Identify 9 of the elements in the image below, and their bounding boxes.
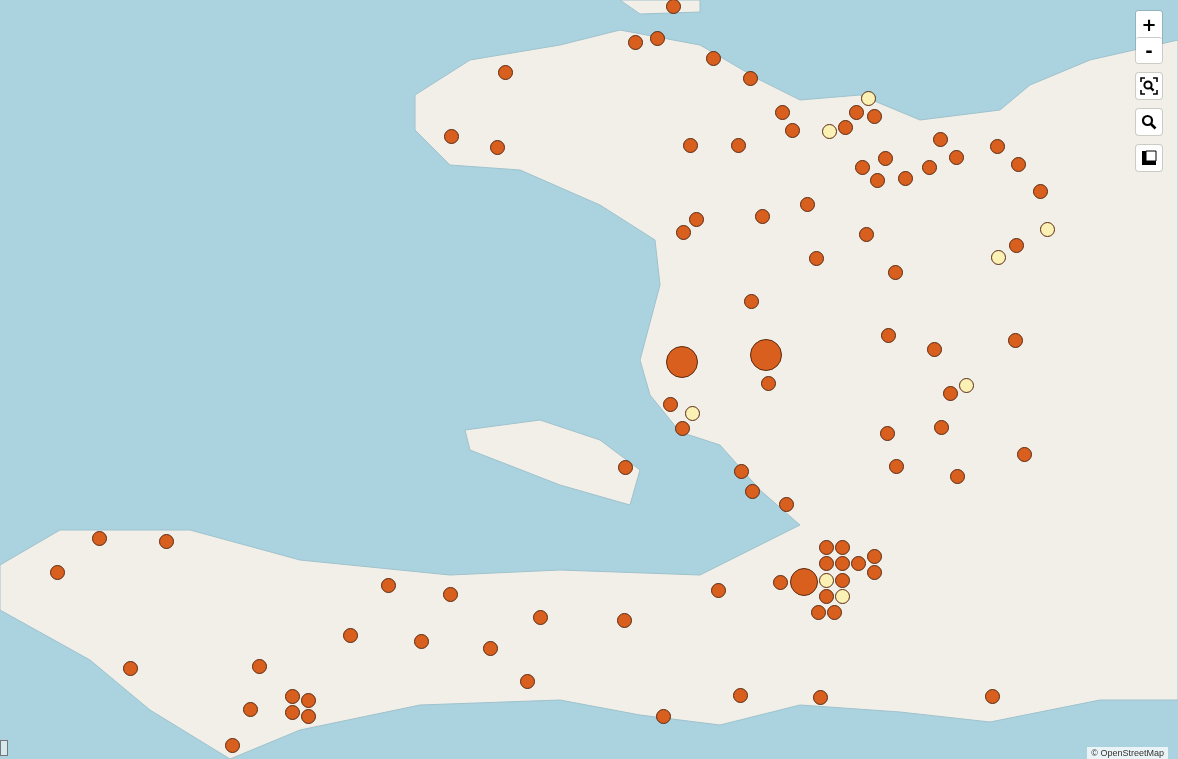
map-attribution: © OpenStreetMap bbox=[1087, 747, 1168, 759]
ruler-icon bbox=[1141, 150, 1157, 166]
search-button[interactable] bbox=[1136, 109, 1162, 135]
zoom-to-extent-button[interactable] bbox=[1136, 73, 1162, 99]
measure-button[interactable] bbox=[1136, 145, 1162, 171]
search-icon bbox=[1140, 77, 1158, 95]
search-icon bbox=[1141, 114, 1157, 130]
zoom-out-button[interactable]: - bbox=[1136, 37, 1162, 63]
map-control[interactable] bbox=[0, 740, 8, 756]
